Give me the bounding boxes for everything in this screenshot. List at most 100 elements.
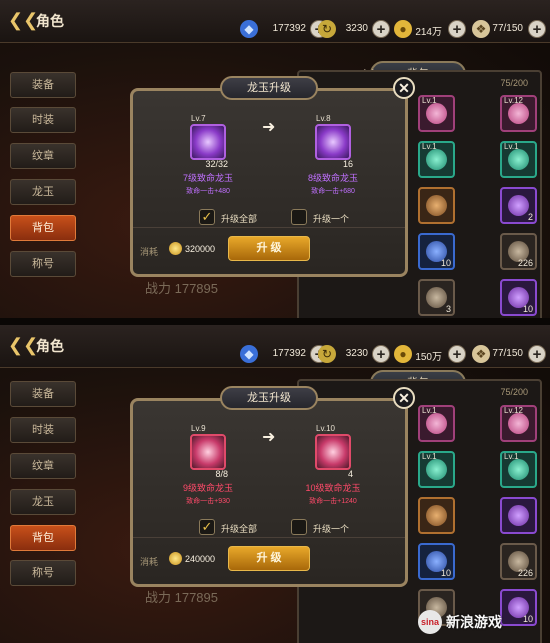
inventory-slot[interactable]: Lv.12 (500, 405, 537, 442)
upgrade-all-label: 升级全部 (221, 214, 258, 224)
menu-emblem[interactable]: 纹章 (10, 453, 76, 479)
top-bar: ❮❮ 角色 ◆ 177392 + ↻ 3230 + ● 214万 + ❖ 77/… (0, 0, 550, 43)
item-icon (426, 505, 447, 526)
combat-power: 战力 177895 (145, 281, 218, 296)
inventory-slot[interactable]: 226 (500, 233, 537, 270)
panel-separator (0, 318, 550, 325)
upgrade-dialog: 龙玉升级 ✕ Lv.7 32/32 ➜ Lv.8 16 7级致命龙玉 致命一击+… (130, 76, 415, 277)
cost-value: 320000 (185, 244, 216, 254)
add-energy-button[interactable]: + (528, 345, 546, 363)
inventory-slot[interactable] (418, 497, 455, 534)
jade-next-name: 8级致命龙玉 (307, 173, 358, 183)
menu-title[interactable]: 称号 (10, 251, 76, 277)
inventory-slot[interactable] (500, 497, 537, 534)
jade-current-level: Lv.7 (191, 114, 206, 123)
jade-current-count: 8/8 (215, 469, 228, 479)
inventory-slot[interactable]: 10 (418, 543, 455, 580)
item-icon (508, 459, 529, 480)
slot-level: Lv.12 (504, 96, 523, 105)
inventory-slot[interactable]: 10 (500, 279, 537, 316)
jade-current-count: 32/32 (205, 159, 228, 169)
item-icon (508, 413, 529, 434)
jade-current-effect: 致命一击+930 (186, 498, 230, 505)
slot-level: Lv.1 (504, 452, 519, 461)
gem-count: 177392 (272, 23, 306, 34)
inventory-count: 75/200 (500, 78, 528, 88)
add-coin-button[interactable]: + (448, 345, 466, 363)
jade-current-icon: Lv.9 8/8 (190, 424, 228, 479)
upgrade-all-checkbox[interactable]: ✓ (199, 519, 215, 535)
inventory-slot[interactable]: 10 (500, 589, 537, 626)
slot-quantity: 226 (517, 568, 533, 578)
cost-label: 消耗 (140, 557, 159, 567)
jade-next-level: Lv.10 (316, 424, 335, 433)
upgrade-one-checkbox[interactable] (291, 519, 307, 535)
coin-count: 150万 (415, 352, 442, 363)
inventory-slot[interactable]: Lv.12 (500, 95, 537, 132)
menu-fashion[interactable]: 时装 (10, 107, 76, 133)
menu-fashion[interactable]: 时装 (10, 417, 76, 443)
menu-bag[interactable]: 背包 (10, 215, 76, 241)
slot-level: Lv.1 (422, 406, 437, 415)
arrow-right-icon: ➜ (262, 119, 276, 136)
menu-title[interactable]: 称号 (10, 560, 76, 586)
jade-next-level: Lv.8 (316, 114, 331, 123)
jade-next-icon: Lv.10 4 (315, 424, 353, 479)
menu-equipment[interactable]: 装备 (10, 72, 76, 98)
combat-power: 战力 177895 (145, 590, 218, 605)
menu-dragon-jade[interactable]: 龙玉 (10, 179, 76, 205)
close-icon[interactable]: ✕ (393, 387, 415, 409)
jade-current-effect: 致命一击+480 (186, 188, 230, 195)
slot-level: Lv.1 (422, 142, 437, 151)
upgrade-button[interactable]: 升 级 (228, 236, 310, 261)
dialog-title: 龙玉升级 (220, 76, 318, 100)
inventory-slot[interactable]: 2 (500, 187, 537, 224)
jade-next-effect: 致命一击+680 (311, 188, 355, 195)
sina-logo: sina (418, 610, 442, 634)
item-icon (508, 505, 529, 526)
inventory-slot[interactable]: Lv.1 (500, 141, 537, 178)
slot-level: Lv.12 (504, 406, 523, 415)
add-energy-button[interactable]: + (528, 20, 546, 38)
item-icon (508, 149, 529, 170)
inventory-slot[interactable]: 10 (418, 233, 455, 270)
inventory-slot[interactable]: 226 (500, 543, 537, 580)
energy-count: 77/150 (492, 348, 523, 359)
item-icon (426, 195, 447, 216)
inventory-slot[interactable] (418, 187, 455, 224)
back-arrow-icon[interactable]: ❮❮ (8, 336, 38, 354)
menu-equipment[interactable]: 装备 (10, 381, 76, 407)
inventory-slot[interactable]: 3 (418, 279, 455, 316)
cost-label: 消耗 (140, 247, 159, 257)
inventory-slot[interactable]: Lv.1 (418, 405, 455, 442)
upgrade-button[interactable]: 升 级 (228, 546, 310, 571)
inventory-slot[interactable]: Lv.1 (418, 451, 455, 488)
inventory-slot[interactable]: Lv.1 (418, 141, 455, 178)
menu-emblem[interactable]: 纹章 (10, 143, 76, 169)
upgrade-all-checkbox[interactable]: ✓ (199, 209, 215, 225)
close-icon[interactable]: ✕ (393, 77, 415, 99)
slot-level: Lv.1 (422, 452, 437, 461)
menu-dragon-jade[interactable]: 龙玉 (10, 489, 76, 515)
inventory-slot[interactable]: Lv.1 (500, 451, 537, 488)
inventory-slot[interactable]: Lv.1 (418, 95, 455, 132)
jade-current-level: Lv.9 (191, 424, 206, 433)
game-screen-1: ❮❮ 角色 ◆ 177392 + ↻ 3230 + ● 214万 + ❖ 77/… (0, 0, 550, 318)
coin-count: 214万 (415, 27, 442, 38)
menu-bag[interactable]: 背包 (10, 525, 76, 551)
gem-count: 177392 (272, 348, 306, 359)
upgrade-one-label: 升级一个 (313, 524, 350, 534)
item-icon (426, 287, 447, 308)
watermark-text: 新浪游戏 (446, 614, 502, 630)
jade-current-icon: Lv.7 32/32 (190, 114, 228, 169)
upgrade-one-checkbox[interactable] (291, 209, 307, 225)
item-icon (426, 413, 447, 434)
slot-quantity: 3 (445, 304, 451, 314)
divider (133, 537, 405, 538)
cost-value: 240000 (185, 554, 216, 564)
item-icon (508, 103, 529, 124)
slot-level: Lv.1 (504, 142, 519, 151)
add-coin-button[interactable]: + (448, 20, 466, 38)
item-icon (426, 149, 447, 170)
back-arrow-icon[interactable]: ❮❮ (8, 11, 38, 29)
